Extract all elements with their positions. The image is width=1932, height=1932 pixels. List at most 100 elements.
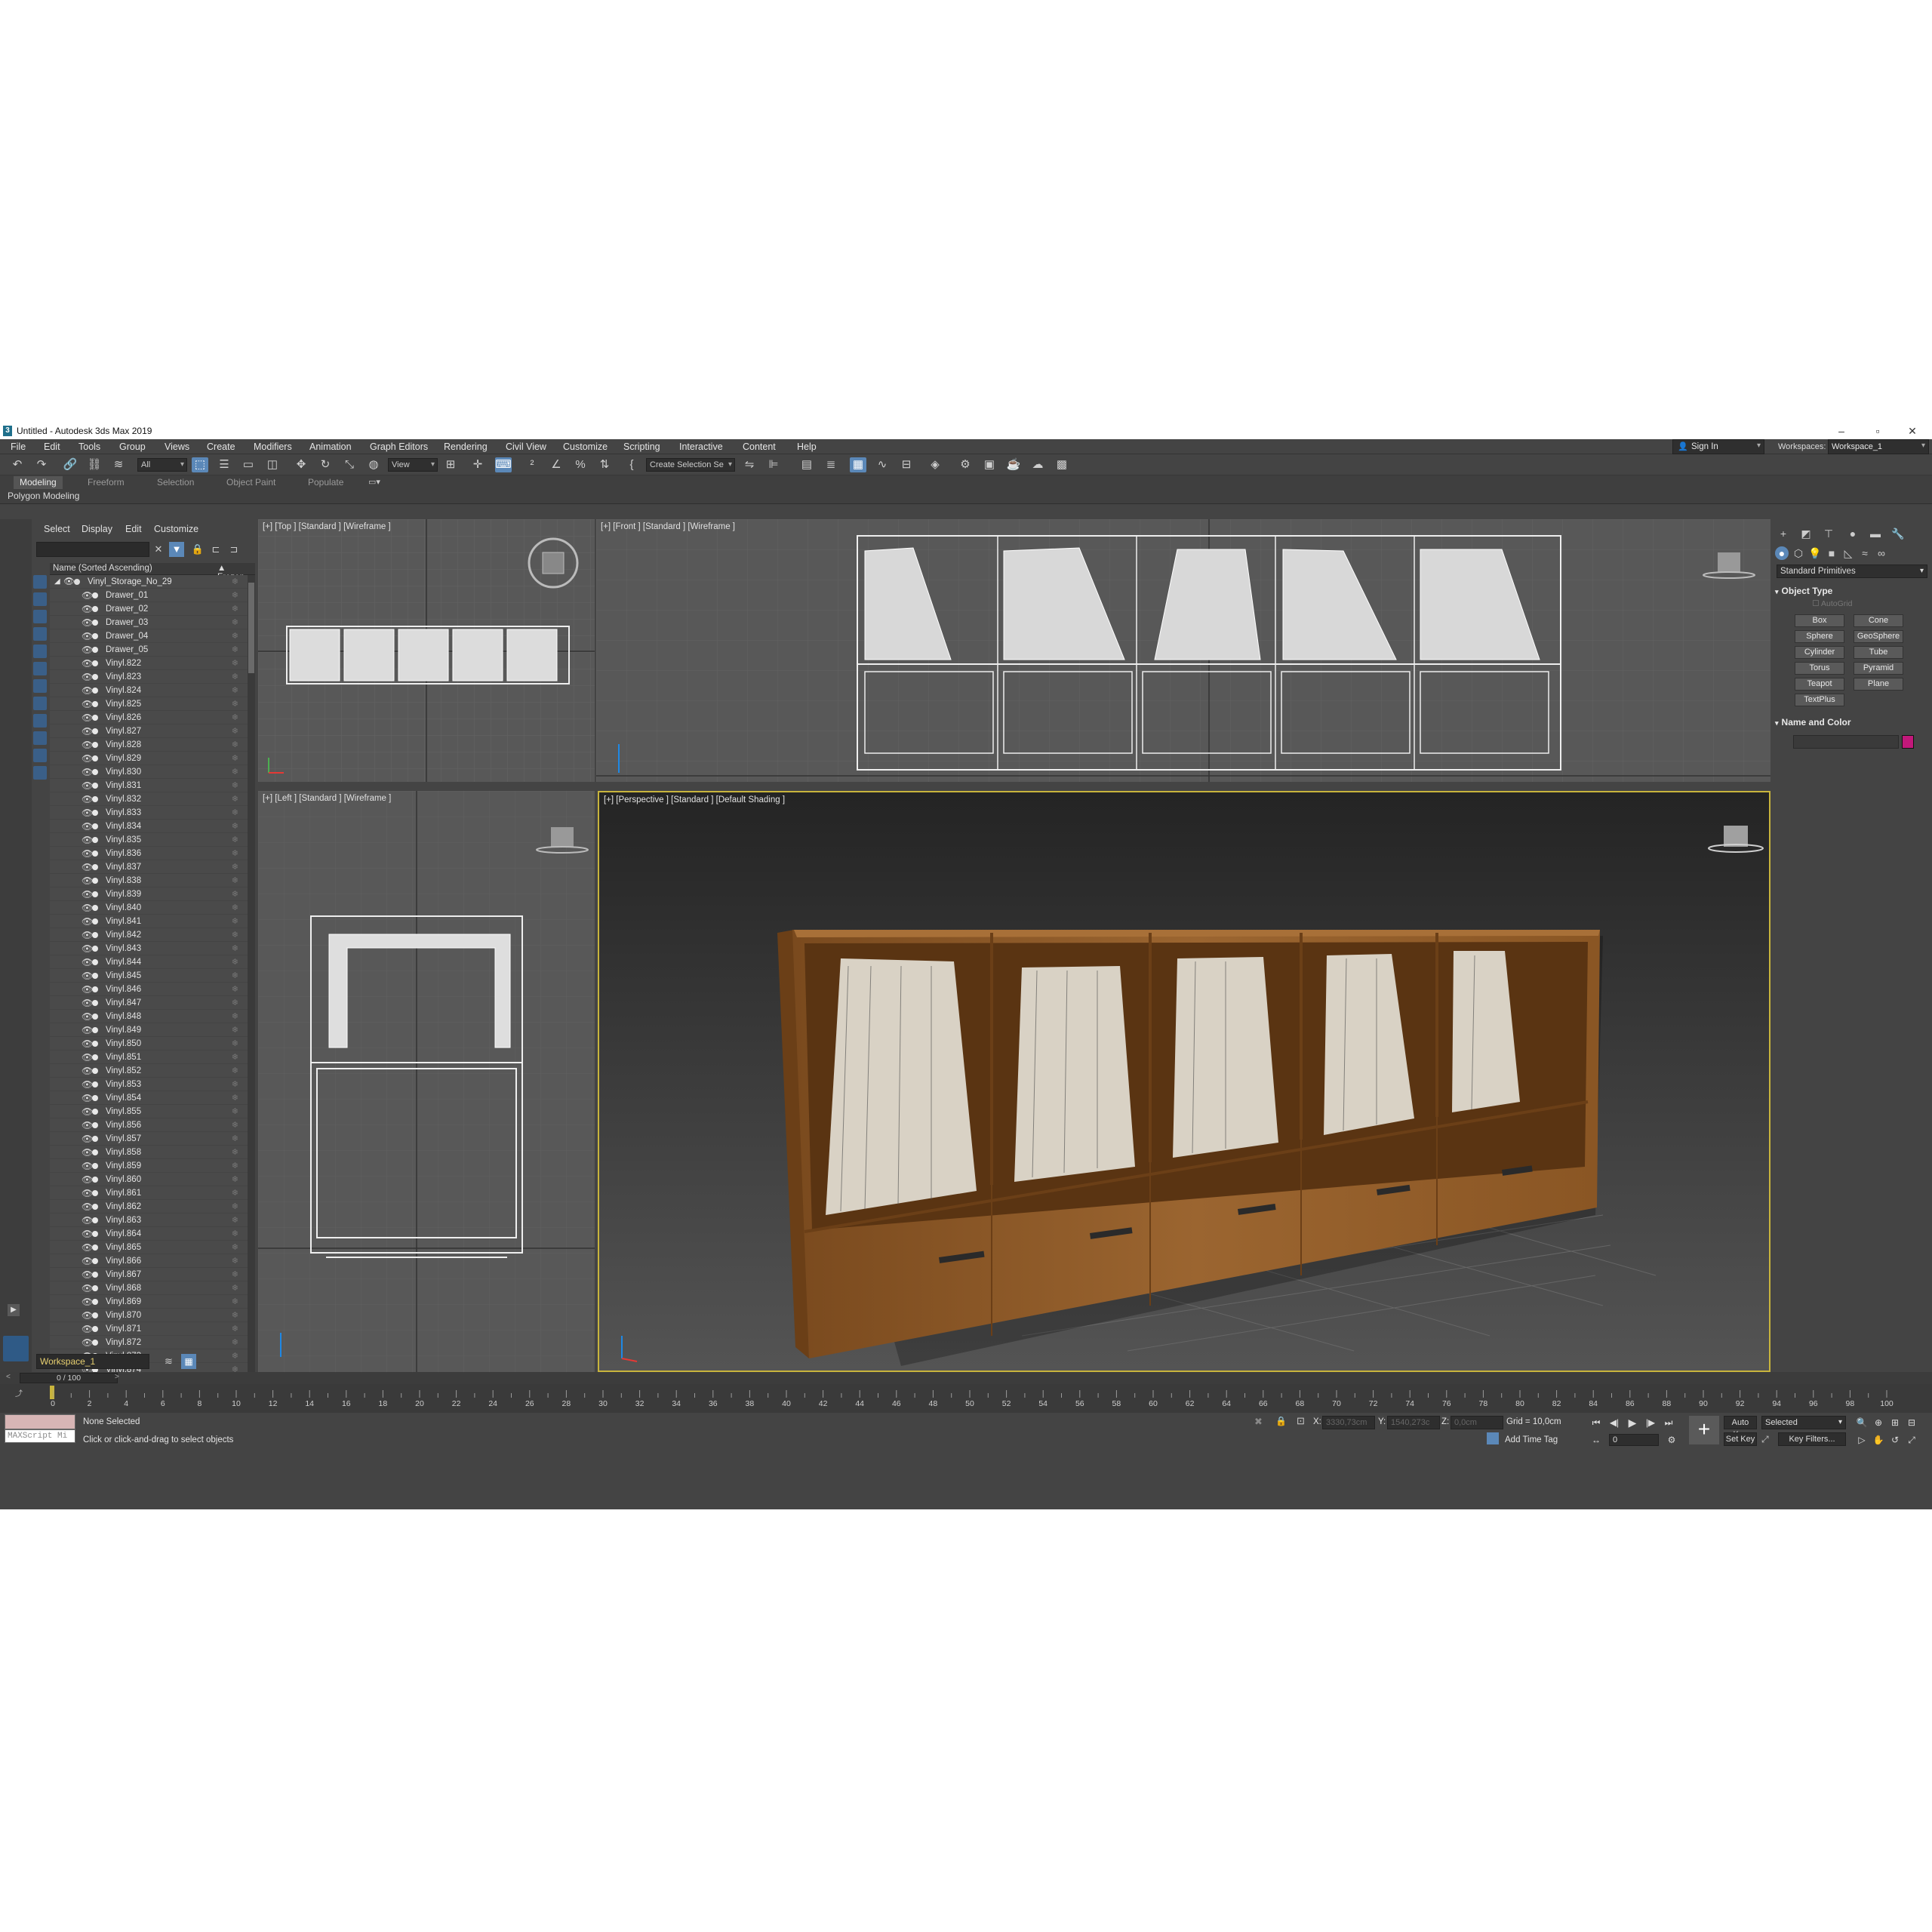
eye-icon[interactable]: 👁 [82, 1105, 93, 1118]
freeze-icon[interactable]: ❄ [232, 1105, 238, 1118]
list-item[interactable]: 👁 Vinyl.854 ❄ [50, 1091, 248, 1105]
freeze-icon[interactable]: ❄ [232, 996, 238, 1010]
eye-icon[interactable]: 👁 [82, 779, 93, 792]
set-key-big-button[interactable]: + [1689, 1416, 1719, 1444]
freeze-icon[interactable]: ❄ [232, 697, 238, 711]
list-item[interactable]: 👁 Vinyl.871 ❄ [50, 1322, 248, 1336]
snaps-toggle-icon[interactable]: ² [524, 457, 540, 472]
eye-icon[interactable]: 👁 [82, 874, 93, 888]
freeze-icon[interactable]: ❄ [232, 1023, 238, 1037]
autogrid-checkbox[interactable]: AutoGrid [1813, 599, 1852, 608]
key-filters-button[interactable]: Key Filters... [1778, 1432, 1846, 1446]
viewport-label-perspective[interactable]: [+] [Perspective ] [Standard ] [Default … [604, 795, 785, 804]
render-setup-icon[interactable]: ⚙ [957, 457, 974, 472]
freeze-icon[interactable]: ❄ [232, 928, 238, 942]
eye-icon[interactable]: 👁 [82, 616, 93, 629]
toggle-ribbon-icon[interactable]: ▦ [850, 457, 866, 472]
list-item[interactable]: 👁 Vinyl.859 ❄ [50, 1159, 248, 1173]
track-bar[interactable]: ⤴ 0 2 4 6 8 10 12 14 16 18 20 22 24 26 28 30 32 34 36 38 40 4… [0, 1384, 1932, 1413]
list-item[interactable]: 👁 Vinyl.858 ❄ [50, 1146, 248, 1159]
list-item[interactable]: 👁 Vinyl.868 ❄ [50, 1281, 248, 1295]
menu-file[interactable]: File [11, 441, 26, 452]
list-item[interactable]: 👁 Vinyl.855 ❄ [50, 1105, 248, 1118]
ribbon-panel-polygon-modeling[interactable]: Polygon Modeling [8, 491, 79, 501]
plane-button[interactable]: Plane [1854, 678, 1903, 691]
key-tangent-icon[interactable]: ⤢ [1761, 1434, 1769, 1445]
eye-icon[interactable]: 👁 [82, 1037, 93, 1051]
list-item[interactable]: 👁 Drawer_03 ❄ [50, 616, 248, 629]
maxscript-output[interactable] [5, 1414, 75, 1429]
freeze-icon[interactable]: ❄ [232, 1078, 238, 1091]
edit-named-selection-icon[interactable]: { [623, 457, 640, 472]
time-slider[interactable]: < 0 / 100 > [0, 1372, 1932, 1384]
freeze-icon[interactable]: ❄ [232, 833, 238, 847]
explorer-menu-customize[interactable]: Customize [154, 524, 198, 534]
freeze-icon[interactable]: ❄ [232, 602, 238, 616]
rectangular-selection-icon[interactable]: ▭ [240, 457, 257, 472]
list-item[interactable]: 👁 Vinyl.831 ❄ [50, 779, 248, 792]
display-spacewarps-icon[interactable] [33, 662, 47, 675]
explorer-scrollbar[interactable] [248, 575, 255, 1390]
rendered-frame-window-icon[interactable]: ▣ [981, 457, 998, 472]
eye-icon[interactable]: 👁 [82, 629, 93, 643]
menu-animation[interactable]: Animation [309, 441, 352, 452]
x-coordinate-field[interactable]: 3330,73cm [1322, 1416, 1375, 1429]
eye-icon[interactable]: 👁 [82, 1023, 93, 1037]
key-mode-toggle-icon[interactable]: ↔ [1589, 1434, 1603, 1446]
expand-toolbar-icon[interactable]: ▶ [8, 1304, 20, 1316]
select-rotate-icon[interactable]: ↻ [317, 457, 334, 472]
eye-icon[interactable]: 👁 [82, 1281, 93, 1295]
menu-content[interactable]: Content [743, 441, 776, 452]
display-lights-icon[interactable] [33, 610, 47, 623]
add-time-tag[interactable]: Add Time Tag [1505, 1435, 1558, 1444]
list-item[interactable]: 👁 Vinyl.853 ❄ [50, 1078, 248, 1091]
list-item[interactable]: 👁 Vinyl.847 ❄ [50, 996, 248, 1010]
eye-icon[interactable]: 👁 [82, 1173, 93, 1186]
schematic-view-icon[interactable]: ⊟ [898, 457, 915, 472]
viewport-label-front[interactable]: [+] [Front ] [Standard ] [Wireframe ] [601, 522, 735, 531]
eye-icon[interactable]: 👁 [82, 969, 93, 983]
modify-tab-icon[interactable]: ◩ [1799, 527, 1813, 540]
freeze-icon[interactable]: ❄ [232, 969, 238, 983]
list-item[interactable]: 👁 Vinyl.823 ❄ [50, 670, 248, 684]
eye-icon[interactable]: 👁 [82, 1132, 93, 1146]
eye-icon[interactable]: 👁 [82, 1268, 93, 1281]
freeze-icon[interactable]: ❄ [232, 1159, 238, 1173]
freeze-icon[interactable]: ❄ [232, 575, 238, 589]
mini-curve-editor-icon[interactable]: ⤴ [15, 1387, 23, 1398]
ribbon-tab-populate[interactable]: Populate [302, 476, 349, 489]
list-item[interactable]: 👁 Vinyl.864 ❄ [50, 1227, 248, 1241]
list-item[interactable]: 👁 Vinyl.834 ❄ [50, 820, 248, 833]
select-object-icon[interactable]: ⬚ [192, 457, 208, 472]
freeze-icon[interactable]: ❄ [232, 1051, 238, 1064]
list-item[interactable]: 👁 Vinyl.826 ❄ [50, 711, 248, 724]
list-item[interactable]: 👁 Vinyl.828 ❄ [50, 738, 248, 752]
explorer-menu-edit[interactable]: Edit [125, 524, 142, 534]
freeze-icon[interactable]: ❄ [232, 724, 238, 738]
freeze-icon[interactable]: ❄ [232, 752, 238, 765]
select-manipulate-icon[interactable]: ✛ [469, 457, 486, 472]
explorer-workspace-dropdown[interactable]: Workspace_1 [36, 1354, 149, 1369]
viewport-perspective[interactable]: [+] [Perspective ] [Standard ] [Default … [598, 791, 1770, 1372]
pivot-center-icon[interactable]: ⊞ [442, 457, 459, 472]
list-item[interactable]: 👁 Vinyl.839 ❄ [50, 888, 248, 901]
freeze-icon[interactable]: ❄ [232, 1200, 238, 1214]
eye-icon[interactable]: 👁 [82, 901, 93, 915]
minimize-button[interactable]: – [1826, 423, 1857, 439]
display-hidden-icon[interactable] [33, 766, 47, 780]
toggle-scene-explorer-icon[interactable]: ▤ [798, 457, 815, 472]
ribbon-options-icon[interactable]: ▭▾ [368, 477, 380, 487]
hierarchy-tab-icon[interactable]: ⊤ [1822, 527, 1835, 540]
freeze-icon[interactable]: ❄ [232, 684, 238, 697]
menu-customize[interactable]: Customize [563, 441, 608, 452]
orbit-icon[interactable]: ↺ [1888, 1434, 1902, 1446]
scrollbar-thumb[interactable] [248, 583, 254, 673]
list-item[interactable]: 👁 Vinyl.850 ❄ [50, 1037, 248, 1051]
list-item[interactable]: 👁 Vinyl.840 ❄ [50, 901, 248, 915]
select-scale-icon[interactable]: ⤡ [341, 457, 358, 472]
freeze-icon[interactable]: ❄ [232, 915, 238, 928]
freeze-icon[interactable]: ❄ [232, 1064, 238, 1078]
freeze-icon[interactable]: ❄ [232, 1295, 238, 1309]
display-helpers-icon[interactable] [33, 645, 47, 658]
utilities-tab-icon[interactable]: 🔧 [1891, 527, 1905, 540]
